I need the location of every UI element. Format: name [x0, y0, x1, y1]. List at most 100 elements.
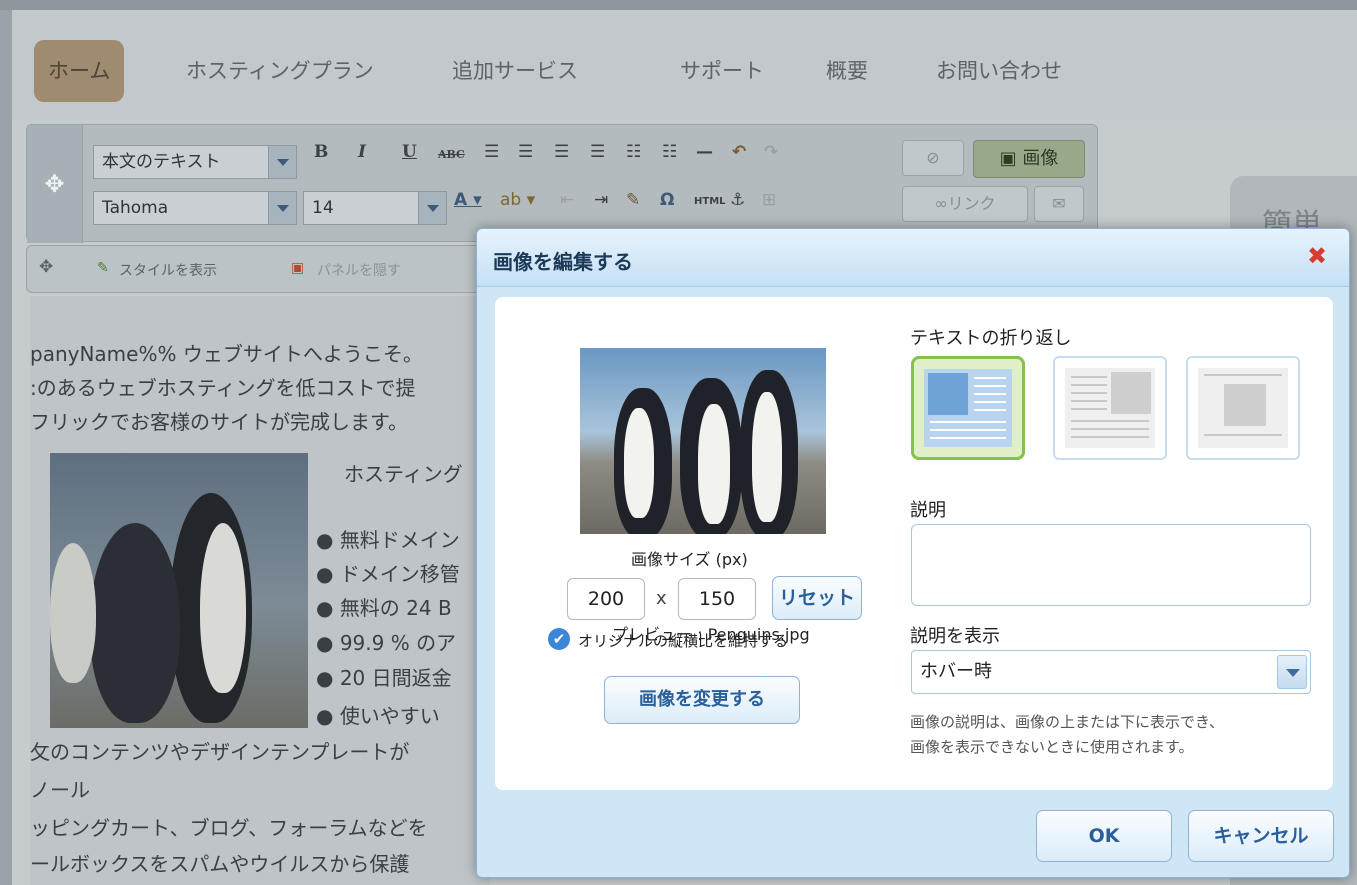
show-style-link[interactable]: スタイルを表示: [119, 260, 217, 280]
content-line: 攵のコンテンツやデザインテンプレートが: [30, 740, 410, 764]
format-select[interactable]: 本文のテキスト: [93, 145, 297, 179]
hide-panel-link[interactable]: パネルを隠す: [317, 260, 401, 280]
help-text-line: 画像を表示できないときに使用されます。: [910, 738, 1194, 756]
highlight-icon[interactable]: ab ▾: [500, 190, 535, 210]
outdent-icon[interactable]: ⇤: [560, 190, 574, 210]
keep-ratio-checkbox[interactable]: ✔: [548, 628, 570, 650]
chevron-down-icon: [268, 192, 296, 224]
content-line: フリックでお客様のサイトが完成します。: [30, 410, 408, 434]
align-center-icon[interactable]: ☰: [518, 142, 533, 162]
font-select-value: Tahoma: [102, 198, 169, 218]
dialog-title: 画像を編集する: [493, 250, 633, 274]
image-size-label: 画像サイズ (px): [631, 550, 748, 569]
link-button[interactable]: ∞リンク: [902, 186, 1028, 222]
main-nav: ホーム ホスティングプラン 追加サービス サポート 概要 お問い合わせ: [12, 10, 1357, 120]
checkmark-icon: ✔: [552, 630, 566, 648]
description-input[interactable]: [911, 524, 1311, 606]
font-color-icon[interactable]: A ▾: [454, 190, 482, 210]
align-right-icon[interactable]: ☰: [554, 142, 569, 162]
list-item: ● 20 日間返金: [316, 666, 452, 690]
size-separator: x: [656, 588, 667, 609]
picture-icon: ▣: [999, 148, 1023, 169]
close-icon[interactable]: ✖: [1305, 244, 1329, 268]
move-icon[interactable]: ✥: [39, 257, 53, 277]
table-icon[interactable]: ⊞: [762, 190, 776, 210]
special-char-icon[interactable]: Ω: [660, 190, 674, 210]
content-line: ールボックスをスパムやウイルスから保護: [30, 852, 410, 876]
height-input[interactable]: 150: [678, 578, 756, 620]
size-select[interactable]: 14: [303, 191, 447, 225]
align-left-icon[interactable]: ☰: [484, 142, 499, 162]
description-label: 説明: [910, 500, 946, 521]
chevron-down-icon: [418, 192, 446, 224]
nav-item-about[interactable]: 概要: [812, 40, 882, 102]
compass-icon: ⊘: [926, 148, 940, 167]
redo-icon[interactable]: ↷: [764, 142, 778, 162]
content-line: ノール: [30, 778, 90, 802]
content-image[interactable]: [50, 453, 308, 728]
content-line: :のあるウェブホスティングを低コストで提: [30, 376, 416, 400]
wrap-option-left[interactable]: [911, 356, 1025, 460]
penguin-belly: [624, 408, 654, 518]
list-item: ● 無料ドメイン: [316, 528, 460, 552]
penguin-belly: [698, 404, 730, 524]
list-item: ● 使いやすい: [316, 704, 440, 728]
email-button[interactable]: ✉: [1034, 186, 1084, 222]
penguin-belly: [200, 523, 246, 693]
numbered-list-icon[interactable]: ☷: [626, 142, 641, 162]
hide-panel-icon: ▣: [291, 260, 305, 276]
chevron-down-icon[interactable]: [1277, 655, 1307, 689]
image-button[interactable]: ▣ 画像: [973, 140, 1085, 178]
wrap-option-right[interactable]: [1053, 356, 1167, 460]
nav-item-home[interactable]: ホーム: [34, 40, 125, 102]
nav-item-hosting-plans[interactable]: ホスティングプラン: [172, 40, 388, 102]
html-icon[interactable]: HTML: [694, 196, 726, 207]
nav-item-extra-services[interactable]: 追加サービス: [438, 40, 592, 102]
bold-icon[interactable]: B: [314, 142, 328, 162]
font-select[interactable]: Tahoma: [93, 191, 297, 225]
undo-icon[interactable]: ↶: [732, 142, 746, 162]
link-icon: ∞: [934, 194, 948, 213]
width-input[interactable]: 200: [567, 578, 645, 620]
justify-icon[interactable]: ☰: [590, 142, 605, 162]
reset-button[interactable]: リセット: [772, 576, 862, 620]
ok-button[interactable]: OK: [1036, 810, 1172, 862]
list-item: ● ドメイン移管: [316, 562, 460, 586]
wrap-center-icon: [1198, 368, 1288, 448]
strikethrough-icon[interactable]: ABC: [438, 148, 465, 161]
wrap-option-center[interactable]: [1186, 356, 1300, 460]
underline-icon[interactable]: U: [402, 142, 417, 162]
nav-item-contact[interactable]: お問い合わせ: [922, 40, 1076, 102]
penguin-belly: [752, 392, 782, 522]
nav-item-support[interactable]: サポート: [666, 40, 778, 102]
text-wrap-label: テキストの折り返し: [910, 328, 1072, 349]
content-line: panyName%% ウェブサイトへようこそ。: [30, 342, 423, 366]
link-button-label: リンク: [947, 194, 996, 213]
envelope-icon: ✉: [1052, 194, 1066, 213]
help-text: 画像の説明は、画像の上または下に表示でき、 画像を表示できないときに使用されます…: [910, 710, 1330, 760]
anchor-icon[interactable]: ⚓: [730, 190, 745, 210]
source-toggle-button[interactable]: ⊘: [902, 140, 964, 176]
image-button-label: 画像: [1022, 148, 1059, 169]
size-select-value: 14: [312, 198, 334, 218]
indent-icon[interactable]: ⇥: [594, 190, 608, 210]
cancel-button[interactable]: キャンセル: [1188, 810, 1334, 862]
horizontal-rule-icon[interactable]: —: [696, 142, 713, 162]
change-image-button[interactable]: 画像を変更する: [604, 676, 800, 724]
show-description-value: ホバー時: [920, 661, 992, 682]
penguin-belly: [50, 543, 96, 683]
penguin-shape: [90, 523, 180, 723]
italic-icon[interactable]: I: [358, 142, 366, 162]
move-handle-icon[interactable]: ✥: [27, 125, 83, 243]
editor-subbar: ✥ ✎ スタイルを表示 ▣ パネルを隠す: [26, 245, 486, 293]
edit-icon[interactable]: ✎: [626, 190, 640, 210]
bullet-list-icon[interactable]: ☷: [662, 142, 677, 162]
keep-ratio-label: オリジナルの縦横比を維持する: [578, 632, 789, 650]
list-item: ● 99.9 % のア: [316, 631, 457, 655]
show-description-label: 説明を表示: [910, 626, 1000, 647]
preview-image: [580, 348, 826, 534]
show-description-select[interactable]: ホバー時: [911, 650, 1311, 694]
chevron-down-icon: [268, 146, 296, 178]
dialog-header: 画像を編集する ✖: [477, 229, 1349, 287]
hosting-heading: ホスティング: [344, 462, 463, 486]
